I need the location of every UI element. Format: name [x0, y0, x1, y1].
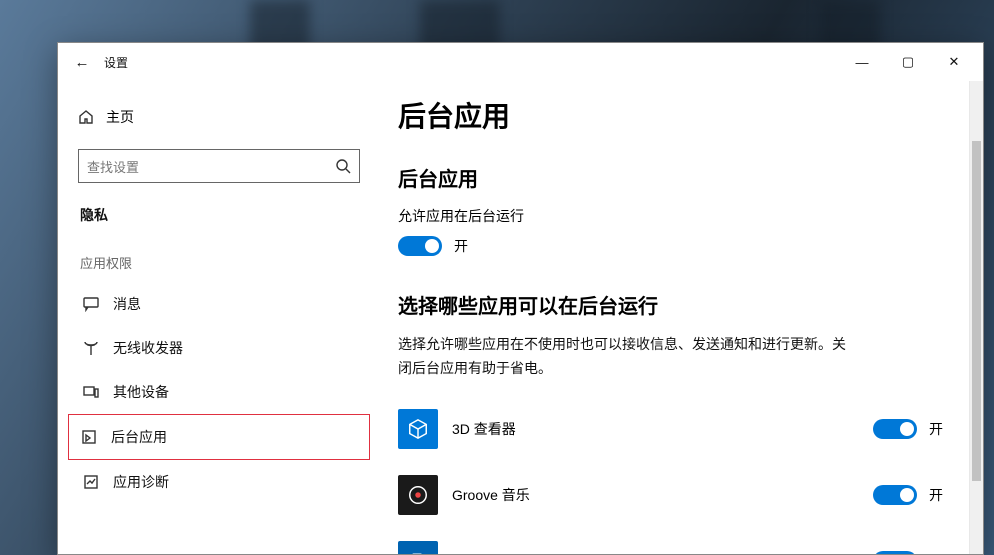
app-toggle-groove[interactable] [873, 485, 917, 505]
sidebar-item-label: 其他设备 [113, 382, 169, 402]
sidebar-item-radios[interactable]: 无线收发器 [68, 326, 370, 370]
sidebar-item-label: 消息 [113, 294, 141, 314]
sidebar-item-background-apps[interactable]: 后台应用 [68, 414, 370, 460]
page-title: 后台应用 [398, 95, 943, 135]
home-link[interactable]: 主页 [68, 99, 370, 135]
minimize-icon: — [856, 55, 869, 70]
app-toggle-state: 开 [929, 419, 943, 439]
disc-icon [398, 475, 438, 515]
sidebar-section: 隐私 [68, 205, 370, 225]
search-icon [335, 158, 351, 174]
window-title: 设置 [104, 54, 128, 71]
app-toggle-3d-viewer[interactable] [873, 419, 917, 439]
content: 后台应用 后台应用 允许应用在后台运行 开 选择哪些应用可以在后台运行 选择允许… [378, 81, 983, 554]
allow-bg-state: 开 [454, 236, 468, 256]
search-input[interactable]: 查找设置 [78, 149, 360, 183]
app-toggle-state: 开 [929, 551, 943, 554]
diag-icon [83, 474, 99, 490]
home-label: 主页 [106, 107, 134, 127]
cube-icon [398, 409, 438, 449]
app-name: Microsoft Solitaire Collection [452, 553, 859, 554]
sidebar-item-label: 无线收发器 [113, 338, 183, 358]
app-toggle-state: 开 [929, 485, 943, 505]
settings-window: ← 设置 — ▢ ✕ 主页 查找设置 隐私 应用权限 [57, 42, 984, 555]
bgapp-icon [81, 429, 97, 445]
cards-icon [398, 541, 438, 554]
chat-icon [83, 296, 99, 312]
sidebar-item-other-devices[interactable]: 其他设备 [68, 370, 370, 414]
close-button[interactable]: ✕ [931, 46, 977, 78]
app-row-3d-viewer: 3D 查看器 开 [398, 401, 943, 467]
app-row-groove: Groove 音乐 开 [398, 467, 943, 533]
sidebar-group: 应用权限 [68, 253, 370, 272]
allow-bg-label: 允许应用在后台运行 [398, 206, 943, 226]
choose-apps-title: 选择哪些应用可以在后台运行 [398, 290, 943, 319]
home-icon [78, 109, 94, 125]
sidebar-item-label: 应用诊断 [113, 472, 169, 492]
device-icon [83, 384, 99, 400]
section-title: 后台应用 [398, 163, 943, 192]
sidebar: 主页 查找设置 隐私 应用权限 消息 无线收发器 其他设备 [58, 81, 378, 554]
allow-bg-toggle[interactable] [398, 236, 442, 256]
maximize-button[interactable]: ▢ [885, 46, 931, 78]
app-row-solitaire: Microsoft Solitaire Collection 开 [398, 533, 943, 554]
scrollbar[interactable] [969, 81, 983, 554]
minimize-button[interactable]: — [839, 46, 885, 78]
app-toggle-solitaire[interactable] [873, 551, 917, 554]
maximize-icon: ▢ [902, 54, 914, 70]
close-icon: ✕ [949, 54, 960, 70]
sidebar-item-label: 后台应用 [111, 427, 167, 447]
titlebar: ← 设置 — ▢ ✕ [58, 43, 983, 81]
app-name: 3D 查看器 [452, 419, 859, 439]
scrollbar-thumb[interactable] [972, 141, 981, 481]
arrow-left-icon: ← [75, 54, 90, 71]
app-name: Groove 音乐 [452, 485, 859, 505]
antenna-icon [83, 340, 99, 356]
back-button[interactable]: ← [64, 54, 100, 71]
sidebar-item-messaging[interactable]: 消息 [68, 282, 370, 326]
search-placeholder: 查找设置 [87, 157, 335, 176]
sidebar-item-app-diagnostics[interactable]: 应用诊断 [68, 460, 370, 504]
choose-apps-desc: 选择允许哪些应用在不使用时也可以接收信息、发送通知和进行更新。关闭后台应用有助于… [398, 333, 858, 381]
